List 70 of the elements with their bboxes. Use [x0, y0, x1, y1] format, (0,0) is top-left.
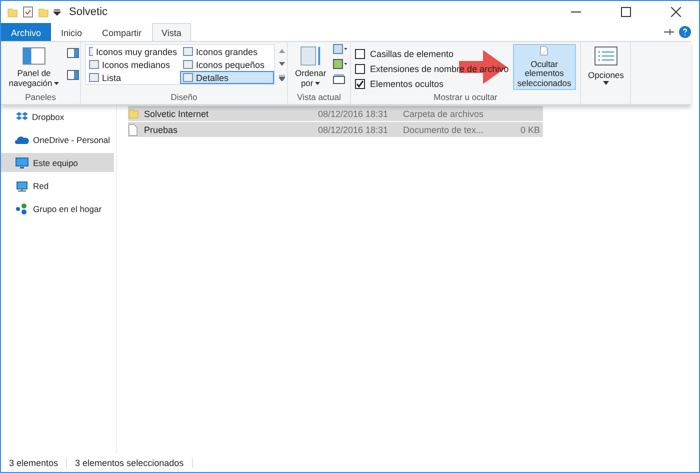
ribbon-tab[interactable]: Compartir — [92, 23, 152, 41]
layout-option[interactable]: Iconos muy grandes — [86, 45, 180, 58]
window-title: Solvetic — [69, 6, 109, 18]
file-date: 08/12/2016 18:31 — [318, 124, 390, 134]
status-text: 3 elementos — [9, 458, 68, 468]
folder-icon — [7, 6, 18, 18]
network-icon — [15, 180, 29, 192]
cloud-icon — [15, 134, 29, 144]
check-icon — [356, 80, 364, 88]
checkbox[interactable] — [355, 64, 365, 74]
folder-icon — [128, 108, 139, 119]
sidebar-item[interactable]: OneDrive - Personal — [1, 130, 114, 149]
file-row[interactable]: Solvetic Internet 08/12/2016 18:31 Carpeta de archivos — [128, 106, 543, 121]
ribbon-tab[interactable]: Inicio — [51, 23, 92, 41]
caret-icon — [602, 80, 609, 84]
layout-option[interactable]: Iconos pequeños — [180, 58, 274, 71]
file-name: Solvetic Internet — [144, 108, 210, 118]
group-by-icon[interactable] — [333, 44, 348, 54]
monitor-icon — [15, 156, 29, 168]
file-size: 0 KB — [519, 124, 541, 134]
document-icon — [128, 124, 138, 136]
file-row[interactable]: Pruebas 08/12/2016 18:31 Documento de tex... 0 KB — [128, 122, 543, 137]
list-icon — [594, 46, 618, 66]
sidebar-item[interactable]: Red — [1, 176, 114, 195]
properties-icon[interactable] — [22, 6, 34, 18]
fit-columns-icon[interactable] — [333, 74, 346, 84]
layout-option[interactable]: Iconos grandes — [180, 45, 274, 58]
options-button[interactable]: Opciones — [585, 44, 627, 86]
details-pane-icon[interactable] — [67, 70, 79, 80]
group-label: Diseño — [170, 91, 198, 104]
preview-pane-icon[interactable] — [67, 48, 79, 58]
dropbox-icon — [15, 110, 28, 122]
layout-option[interactable]: Detalles — [180, 71, 274, 84]
scroll-up-icon[interactable] — [279, 48, 285, 52]
expand-icon[interactable] — [279, 74, 285, 80]
maximize-icon[interactable] — [621, 7, 631, 17]
scroll-down-icon[interactable] — [279, 62, 285, 66]
layout-option[interactable]: Lista — [86, 71, 180, 84]
close-icon[interactable] — [671, 7, 681, 17]
file-name: Pruebas — [144, 124, 179, 134]
group-label: Mostrar u ocultar — [432, 91, 498, 104]
ribbon-tab[interactable]: Vista — [152, 23, 192, 41]
new-folder-icon — [38, 6, 49, 18]
file-type: Carpeta de archivos — [403, 108, 485, 118]
caret-icon — [54, 82, 60, 85]
status-text: 3 elementos seleccionados — [75, 458, 193, 468]
hide-selected-button[interactable]: Ocultar elementos seleccionados — [512, 44, 576, 90]
file-date: 08/12/2016 18:31 — [318, 108, 390, 118]
caret-icon — [315, 82, 320, 85]
sidebar-item[interactable]: Grupo en el hogar — [1, 199, 114, 218]
sort-icon — [300, 46, 322, 66]
navigation-pane-button[interactable]: Panel de navegación — [3, 44, 65, 90]
group-label: Paneles — [24, 91, 57, 104]
dropdown-icon[interactable] — [53, 8, 61, 16]
layout-option[interactable]: Iconos medianos — [86, 58, 180, 71]
sort-button[interactable]: Ordenar por — [292, 44, 330, 90]
sidebar-item[interactable]: Este equipo — [1, 153, 114, 172]
checkbox[interactable] — [355, 78, 365, 88]
help-icon[interactable] — [679, 26, 691, 38]
group-label: Vista actual — [296, 91, 342, 104]
checkbox-label: Casillas de elemento — [370, 48, 454, 58]
sidebar-item[interactable]: Dropbox — [1, 107, 114, 126]
file-type: Documento de tex... — [403, 124, 485, 134]
ribbon-tab[interactable]: Archivo — [1, 23, 52, 41]
homegroup-icon — [15, 202, 29, 214]
checkbox-label: Elementos ocultos — [370, 78, 444, 88]
checkbox[interactable] — [355, 48, 365, 58]
add-columns-icon[interactable] — [333, 59, 348, 69]
pane-icon — [22, 46, 46, 66]
pin-icon[interactable] — [663, 26, 675, 38]
